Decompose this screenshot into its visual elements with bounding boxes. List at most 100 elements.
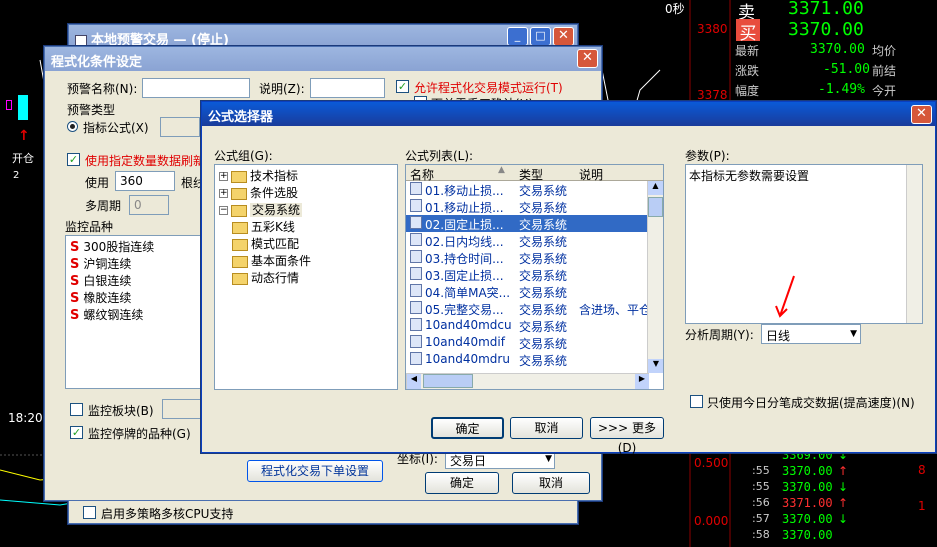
- close-button[interactable]: ✕: [553, 27, 574, 46]
- more-button[interactable]: >>> 更多(D): [590, 417, 664, 455]
- formula-selector-dialog[interactable]: 公式选择器 ✕ 公式组(G): + 技术指标 + 条件选股 − 交易系统 五彩K线 模…: [201, 101, 936, 455]
- row-type: 交易系统: [519, 320, 568, 334]
- table-row[interactable]: 03.固定止损... 交易系统: [406, 266, 663, 283]
- ok-button[interactable]: 确定: [431, 417, 504, 439]
- chevron-down-icon: ▼: [545, 454, 552, 464]
- stat-range-label: 幅度: [735, 84, 760, 98]
- row-name: 01.移动止损...: [425, 184, 504, 198]
- tick-up-icon: ↑: [838, 464, 849, 478]
- cancel-button[interactable]: 取消: [510, 417, 583, 439]
- monitor-list[interactable]: S 300股指连续 S 沪铜连续 S 白银连续 S 橡胶连续 S 螺纹钢连续: [65, 235, 205, 389]
- multi-period-input[interactable]: 0: [129, 195, 169, 215]
- param-box[interactable]: 本指标无参数需要设置: [685, 164, 923, 324]
- open-label: 开仓: [12, 152, 34, 165]
- close-button[interactable]: ✕: [911, 105, 932, 124]
- formula-icon: [410, 199, 422, 212]
- scroll-right-icon[interactable]: ▶: [635, 374, 649, 389]
- folder-icon: [232, 255, 248, 268]
- table-row[interactable]: 03.持仓时间... 交易系统: [406, 249, 663, 266]
- horizontal-scrollbar[interactable]: ◀ ▶: [406, 373, 649, 389]
- row-type: 交易系统: [519, 286, 568, 300]
- table-row[interactable]: 05.完整交易... 交易系统 含进场、平仓: [406, 300, 663, 317]
- formula-radio[interactable]: [67, 121, 78, 132]
- table-row-selected[interactable]: 02.固定止损... 交易系统: [406, 215, 663, 232]
- period-select-value: 日线: [766, 329, 791, 343]
- scroll-left-icon[interactable]: ◀: [407, 374, 421, 389]
- formula-list[interactable]: 名称 ▲ 类型 说明 01.移动止损... 交易系统 01.移动止损... 交易系统…: [405, 164, 664, 390]
- table-row[interactable]: 01.移动止损... 交易系统: [406, 198, 663, 215]
- tick-price: 3371.00: [782, 496, 833, 510]
- formula-icon: [410, 182, 422, 195]
- tree-item-label: 交易系统: [250, 203, 303, 217]
- alert-name-input[interactable]: [142, 78, 250, 98]
- table-row[interactable]: 04.简单MA突... 交易系统: [406, 283, 663, 300]
- list-item-label: 白银连续: [83, 274, 132, 288]
- list-item[interactable]: S 螺纹钢连续: [70, 306, 200, 323]
- cpu-support-strip: 启用多策略多核CPU支持: [68, 501, 578, 524]
- expand-icon[interactable]: +: [219, 172, 228, 181]
- row-type: 交易系统: [519, 218, 568, 232]
- tick-count: 8: [918, 463, 926, 477]
- desc-input[interactable]: [310, 78, 385, 98]
- tree-item[interactable]: 动态行情: [219, 269, 393, 286]
- vertical-scrollbar[interactable]: ▲ ▼: [647, 181, 663, 373]
- sell-price: 3371.00: [788, 0, 864, 19]
- cpu-support-label: 启用多策略多核CPU支持: [101, 507, 234, 521]
- expand-icon[interactable]: +: [219, 189, 228, 198]
- period-select[interactable]: 日线 ▼: [761, 324, 861, 344]
- scroll-down-icon[interactable]: ▼: [648, 359, 663, 373]
- collapse-icon[interactable]: −: [219, 206, 228, 215]
- scroll-thumb[interactable]: [423, 374, 473, 388]
- row-type: 交易系统: [519, 201, 568, 215]
- stat-latest-value: 3370.00: [810, 42, 865, 57]
- s-icon: S: [70, 291, 80, 306]
- tree-item[interactable]: + 技术指标: [219, 167, 393, 184]
- program-condition-titlebar[interactable]: 程式化条件设定: [45, 47, 601, 71]
- list-item[interactable]: S 白银连续: [70, 272, 200, 289]
- list-item[interactable]: S 橡胶连续: [70, 289, 200, 306]
- close-button[interactable]: ✕: [577, 49, 598, 68]
- param-label: 参数(P):: [685, 149, 730, 163]
- tree-item-label: 动态行情: [251, 271, 300, 285]
- window-icon: [75, 34, 87, 47]
- monitor-board-checkbox[interactable]: [70, 403, 83, 416]
- use-count-checkbox[interactable]: ✓: [67, 153, 80, 166]
- formula-icon: [410, 216, 422, 229]
- axis-3378: 3378: [697, 88, 728, 102]
- ok-button[interactable]: 确定: [425, 472, 499, 494]
- today-tick-checkbox[interactable]: [690, 395, 703, 408]
- tree-item[interactable]: + 条件选股: [219, 184, 393, 201]
- scroll-up-icon[interactable]: ▲: [648, 181, 663, 195]
- folder-icon: [231, 187, 247, 200]
- table-row[interactable]: 10and40mdcu 交易系统: [406, 317, 663, 334]
- maximize-button[interactable]: □: [530, 27, 551, 46]
- table-row[interactable]: 10and40mdru 交易系统: [406, 351, 663, 368]
- row-name: 10and40mdru: [425, 352, 510, 366]
- scroll-thumb[interactable]: [648, 197, 663, 217]
- minimize-button[interactable]: _: [507, 27, 528, 46]
- tree-item[interactable]: 五彩K线: [219, 218, 393, 235]
- table-row[interactable]: 01.移动止损... 交易系统: [406, 181, 663, 198]
- monitor-suspended-checkbox[interactable]: ✓: [70, 426, 83, 439]
- tick-down-icon: ↓: [838, 512, 849, 526]
- cancel-button[interactable]: 取消: [512, 472, 590, 494]
- list-item[interactable]: S 沪铜连续: [70, 255, 200, 272]
- table-row[interactable]: 02.日内均线... 交易系统: [406, 232, 663, 249]
- param-scrollbar[interactable]: [906, 165, 922, 323]
- cpu-support-checkbox[interactable]: [83, 506, 96, 519]
- allow-program-checkbox[interactable]: ✓: [396, 80, 409, 93]
- formula-input[interactable]: [160, 117, 200, 137]
- tree-item-label: 条件选股: [250, 186, 299, 200]
- use-count-input[interactable]: 360: [115, 171, 175, 191]
- tree-item[interactable]: − 交易系统: [219, 201, 393, 218]
- annotation-arrow-icon: [775, 275, 795, 318]
- formula-selector-titlebar[interactable]: 公式选择器: [202, 102, 935, 126]
- tree-item[interactable]: 基本面条件: [219, 252, 393, 269]
- formula-group-tree[interactable]: + 技术指标 + 条件选股 − 交易系统 五彩K线 模式匹配 基本面条件 动态行情: [214, 164, 398, 390]
- table-row[interactable]: 10and40mdif 交易系统: [406, 334, 663, 351]
- tree-item[interactable]: 模式匹配: [219, 235, 393, 252]
- monitor-board-input[interactable]: [162, 399, 202, 419]
- stat-range-value: -1.49%: [818, 82, 865, 97]
- list-item[interactable]: S 300股指连续: [70, 238, 200, 255]
- order-settings-button[interactable]: 程式化交易下单设置: [247, 460, 383, 482]
